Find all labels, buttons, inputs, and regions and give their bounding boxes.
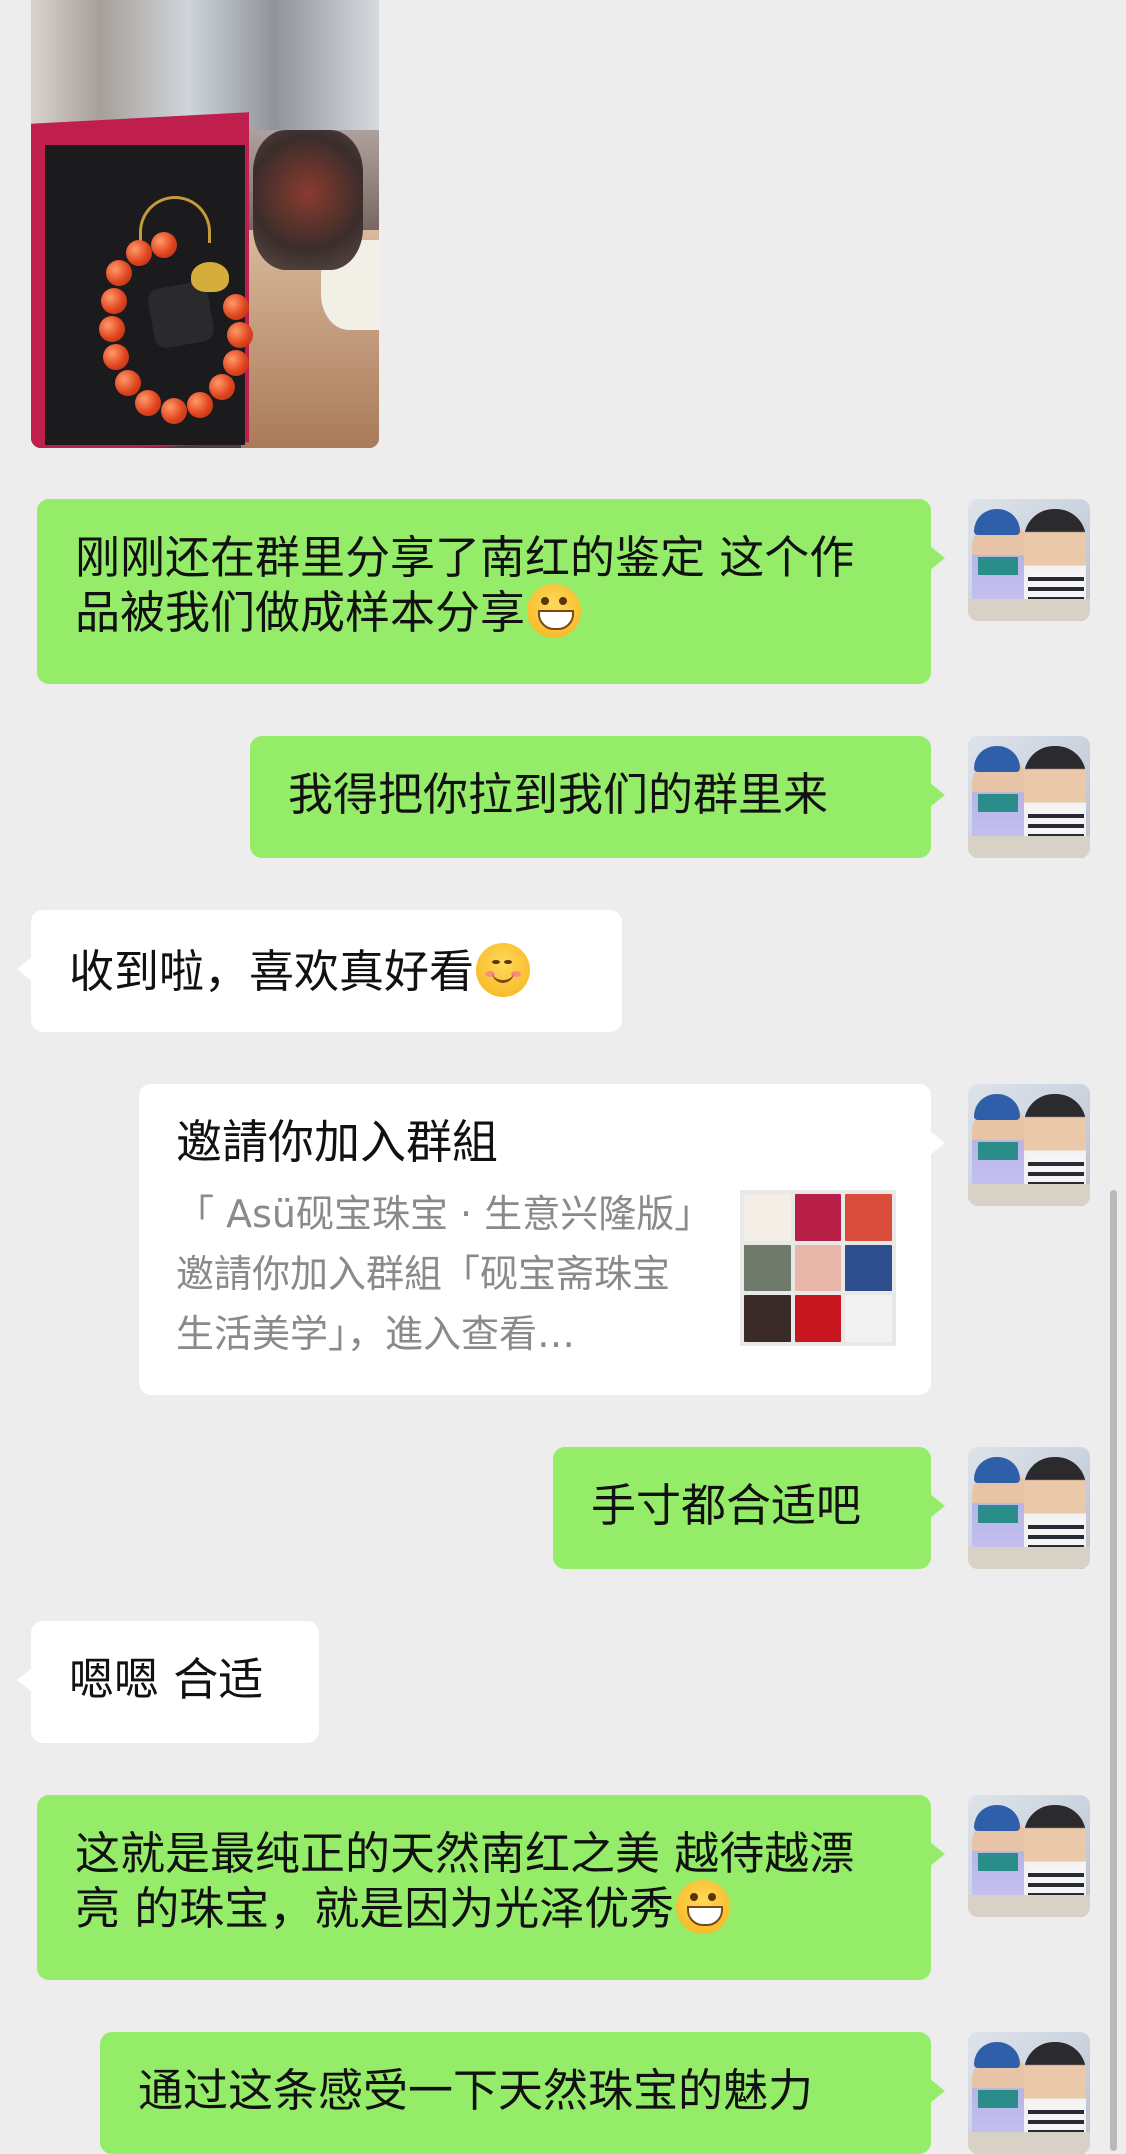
avatar[interactable] [968, 499, 1090, 621]
grinning-face-icon [527, 584, 582, 638]
message-bubble-sent[interactable]: 手寸都合适吧 [553, 1447, 945, 1569]
message-text: 刚刚还在群里分享了南红的鉴定 这个作品被我们做成样本分享 [75, 531, 855, 639]
avatar[interactable] [968, 736, 1090, 858]
avatar[interactable] [968, 1795, 1090, 1917]
avatar[interactable] [968, 1084, 1090, 1206]
message-text: 手寸都合适吧 [591, 1479, 862, 1532]
message-text: 通过这条感受一下天然珠宝的魅力 [138, 2064, 814, 2117]
invite-title: 邀請你加入群組 [176, 1115, 498, 1169]
group-thumbnail [740, 1190, 896, 1346]
message-bubble-sent[interactable]: 刚刚还在群里分享了南红的鉴定 这个作品被我们做成样本分享 [37, 499, 945, 684]
message-text: 收到啦，喜欢真好看 [69, 945, 475, 998]
avatar[interactable] [968, 2032, 1090, 2154]
smiling-face-icon [476, 943, 531, 997]
shared-photo-bracelet[interactable] [31, 0, 379, 448]
avatar[interactable] [968, 1447, 1090, 1569]
message-bubble-sent[interactable]: 我得把你拉到我们的群里来 [250, 736, 945, 858]
message-bubble-received[interactable]: 收到啦，喜欢真好看 [17, 910, 622, 1032]
invite-description: 「 Asü砚宝珠宝 · 生意兴隆版」邀請你加入群組「砚宝斋珠宝生活美学」，進入查… [176, 1192, 694, 1356]
message-text: 我得把你拉到我们的群里来 [288, 768, 829, 821]
group-invite-card[interactable]: 邀請你加入群組 「 Asü砚宝珠宝 · 生意兴隆版」邀請你加入群組「砚宝斋珠宝生… [139, 1084, 945, 1395]
grinning-face-icon [676, 1880, 731, 1934]
message-bubble-sent[interactable]: 这就是最纯正的天然南红之美 越待越漂亮 的珠宝，就是因为光泽优秀 [37, 1795, 945, 1980]
message-text: 嗯嗯 合适 [69, 1653, 264, 1706]
message-bubble-sent[interactable]: 通过这条感受一下天然珠宝的魅力 [100, 2032, 945, 2154]
message-bubble-received[interactable]: 嗯嗯 合适 [17, 1621, 319, 1743]
scrollbar[interactable] [1110, 1190, 1117, 2151]
message-text: 这就是最纯正的天然南红之美 越待越漂亮 的珠宝，就是因为光泽优秀 [75, 1827, 855, 1935]
